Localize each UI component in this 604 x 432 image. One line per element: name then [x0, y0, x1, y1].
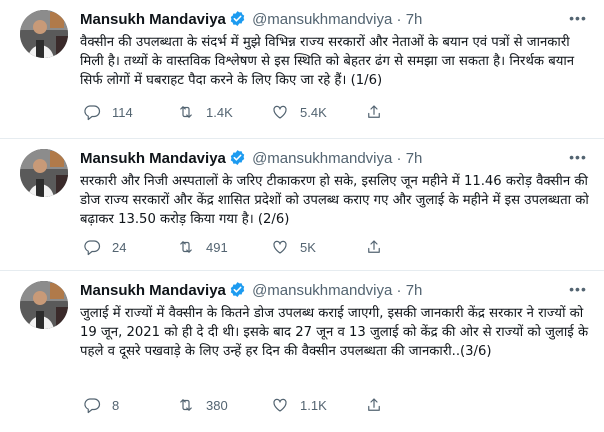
like-icon [273, 398, 287, 412]
reply-button[interactable]: 24 [83, 237, 126, 257]
tweet-actions: 24 491 5K [80, 237, 520, 257]
tweet-text: सरकारी और निजी अस्पतालों के जरिए टीकाकरण… [80, 174, 589, 227]
reply-count: 8 [112, 397, 120, 413]
reply-icon [84, 105, 101, 121]
tweet-actions: 114 1.4K 5.4K [80, 102, 520, 122]
reply-button[interactable]: 114 [83, 102, 133, 122]
like-count: 5.4K [300, 104, 327, 120]
tweet-header: Mansukh Mandaviya @mansukhmandviya · 7h [80, 10, 600, 30]
verified-badge-icon [229, 281, 246, 304]
reply-count: 24 [112, 239, 127, 255]
avatar[interactable] [20, 10, 68, 58]
verified-badge-icon [229, 10, 246, 33]
more-icon[interactable]: ••• [568, 149, 588, 169]
author-name[interactable]: Mansukh Mandaviya [80, 11, 226, 28]
more-icon[interactable]: ••• [568, 281, 588, 301]
retweet-button[interactable]: 1.4K [177, 102, 233, 122]
like-count: 1.1K [300, 397, 327, 413]
like-icon [273, 105, 287, 119]
like-button[interactable]: 1.1K [271, 395, 327, 415]
author-handle[interactable]: @mansukhmandviya [252, 150, 392, 167]
retweet-button[interactable]: 491 [177, 237, 228, 257]
separator-dot: · [396, 11, 402, 28]
tweet-text: वैक्सीन की उपलब्धता के संदर्भ में मुझे व… [80, 35, 575, 88]
tweet-header: Mansukh Mandaviya @mansukhmandviya · 7h [80, 281, 600, 301]
tweet-text: जुलाई में राज्यों में वैक्सीन के कितने ड… [80, 306, 589, 359]
tweet-timestamp[interactable]: 7h [406, 11, 423, 28]
retweet-count: 1.4K [206, 104, 233, 120]
tweet-thread: Mansukh Mandaviya @mansukhmandviya · 7h … [0, 0, 604, 432]
separator-dot: · [396, 282, 402, 299]
share-button[interactable] [365, 395, 394, 415]
avatar[interactable] [20, 281, 68, 329]
share-icon [368, 398, 380, 411]
author-name[interactable]: Mansukh Mandaviya [80, 150, 226, 167]
tweet-actions: 8 380 1.1K [80, 395, 520, 415]
retweet-count: 380 [206, 397, 228, 413]
like-button[interactable]: 5.4K [271, 102, 327, 122]
share-button[interactable] [365, 237, 394, 257]
verified-badge-icon [229, 149, 246, 172]
avatar[interactable] [20, 149, 68, 197]
more-icon[interactable]: ••• [568, 10, 588, 30]
retweet-button[interactable]: 380 [177, 395, 228, 415]
retweet-count: 491 [206, 239, 228, 255]
tweet-header: Mansukh Mandaviya @mansukhmandviya · 7h [80, 149, 600, 169]
author-name[interactable]: Mansukh Mandaviya [80, 282, 226, 299]
reply-count: 114 [112, 104, 133, 120]
like-count: 5K [300, 239, 316, 255]
reply-icon [84, 398, 101, 414]
share-icon [368, 105, 380, 118]
reply-icon [84, 240, 101, 256]
retweet-icon [180, 399, 192, 411]
tweet[interactable]: Mansukh Mandaviya @mansukhmandviya · 7h … [0, 0, 604, 139]
share-icon [368, 240, 380, 253]
retweet-icon [180, 106, 192, 118]
reply-button[interactable]: 8 [83, 395, 119, 415]
share-button[interactable] [365, 102, 394, 122]
tweet-timestamp[interactable]: 7h [406, 282, 423, 299]
like-icon [273, 240, 287, 254]
like-button[interactable]: 5K [271, 237, 316, 257]
author-handle[interactable]: @mansukhmandviya [252, 11, 392, 28]
tweet-timestamp[interactable]: 7h [406, 150, 423, 167]
tweet[interactable]: Mansukh Mandaviya @mansukhmandviya · 7h … [0, 139, 604, 271]
retweet-icon [180, 241, 192, 253]
author-handle[interactable]: @mansukhmandviya [252, 282, 392, 299]
tweet[interactable]: Mansukh Mandaviya @mansukhmandviya · 7h … [0, 271, 604, 432]
separator-dot: · [396, 150, 402, 167]
